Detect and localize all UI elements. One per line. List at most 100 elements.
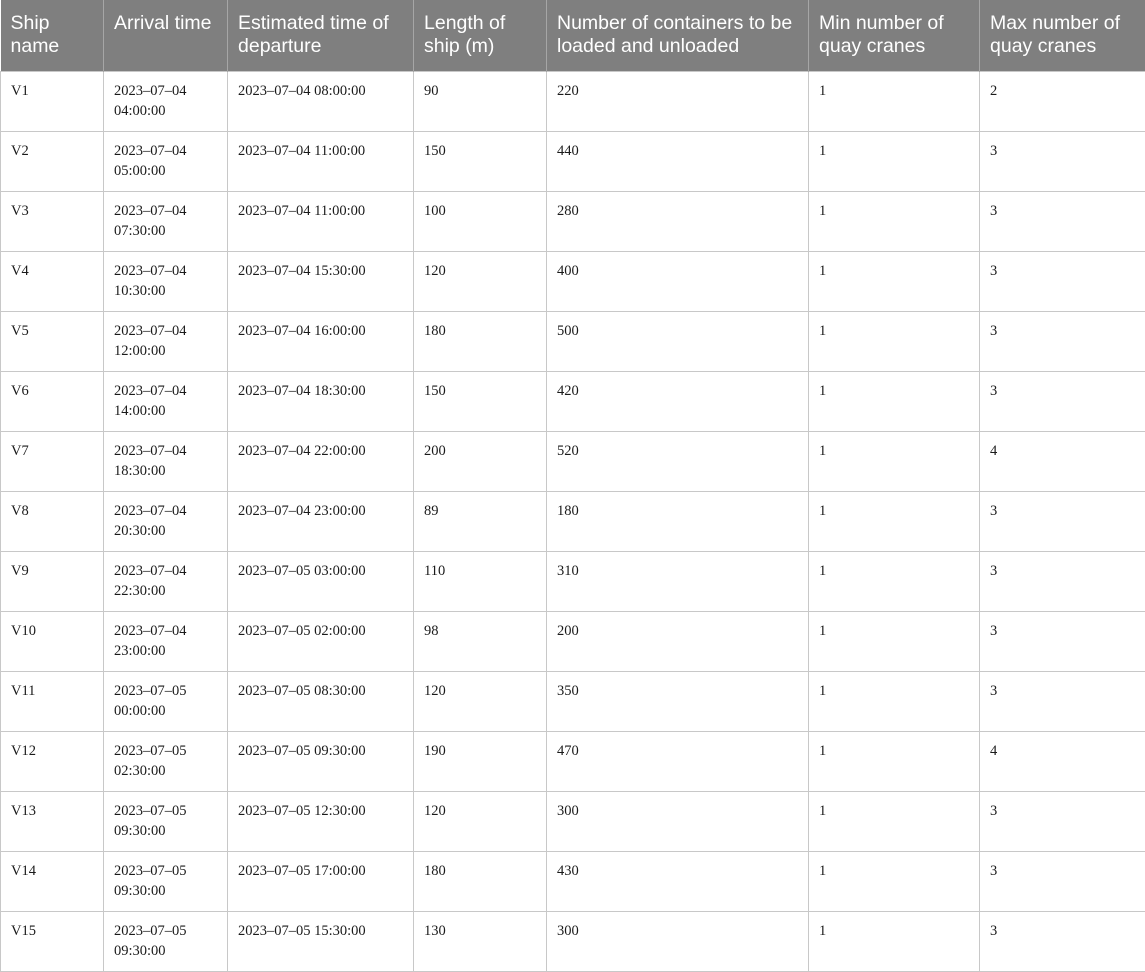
arrival-time-cell: 2023–07–04 18:30:00 — [104, 432, 228, 492]
table-row: V42023–07–04 10:30:002023–07–04 15:30:00… — [1, 252, 1145, 312]
max-cranes-cell: 3 — [980, 372, 1145, 432]
table-row: V112023–07–05 00:00:002023–07–05 08:30:0… — [1, 672, 1145, 732]
min-cranes-cell: 1 — [809, 912, 980, 972]
table-body: V12023–07–04 04:00:002023–07–04 08:00:00… — [1, 72, 1145, 972]
ship-name-cell: V8 — [1, 492, 104, 552]
ship-length-cell: 130 — [414, 912, 547, 972]
departure-time-cell: 2023–07–04 23:00:00 — [228, 492, 414, 552]
container-count-cell: 300 — [547, 912, 809, 972]
max-cranes-cell: 3 — [980, 252, 1145, 312]
table-header: Ship name Arrival time Estimated time of… — [1, 0, 1145, 72]
container-count-cell: 500 — [547, 312, 809, 372]
arrival-time-cell: 2023–07–04 10:30:00 — [104, 252, 228, 312]
ship-name-cell: V11 — [1, 672, 104, 732]
max-cranes-cell: 3 — [980, 312, 1145, 372]
min-cranes-cell: 1 — [809, 672, 980, 732]
container-count-cell: 350 — [547, 672, 809, 732]
table-row: V92023–07–04 22:30:002023–07–05 03:00:00… — [1, 552, 1145, 612]
departure-time-cell: 2023–07–04 11:00:00 — [228, 192, 414, 252]
min-cranes-cell: 1 — [809, 852, 980, 912]
max-cranes-cell: 3 — [980, 192, 1145, 252]
departure-time-cell: 2023–07–05 02:00:00 — [228, 612, 414, 672]
ship-length-cell: 110 — [414, 552, 547, 612]
departure-time-cell: 2023–07–04 08:00:00 — [228, 72, 414, 132]
container-count-cell: 420 — [547, 372, 809, 432]
departure-time-cell: 2023–07–05 15:30:00 — [228, 912, 414, 972]
departure-time-cell: 2023–07–04 18:30:00 — [228, 372, 414, 432]
min-cranes-cell: 1 — [809, 372, 980, 432]
min-cranes-cell: 1 — [809, 612, 980, 672]
ship-length-cell: 120 — [414, 672, 547, 732]
table-row: V22023–07–04 05:00:002023–07–04 11:00:00… — [1, 132, 1145, 192]
ship-length-cell: 180 — [414, 312, 547, 372]
ship-name-cell: V3 — [1, 192, 104, 252]
departure-time-cell: 2023–07–04 22:00:00 — [228, 432, 414, 492]
header-container-count: Number of containers to be loaded and un… — [547, 0, 809, 72]
ship-length-cell: 98 — [414, 612, 547, 672]
arrival-time-cell: 2023–07–04 22:30:00 — [104, 552, 228, 612]
ship-length-cell: 190 — [414, 732, 547, 792]
container-count-cell: 400 — [547, 252, 809, 312]
table-row: V142023–07–05 09:30:002023–07–05 17:00:0… — [1, 852, 1145, 912]
min-cranes-cell: 1 — [809, 72, 980, 132]
container-count-cell: 520 — [547, 432, 809, 492]
max-cranes-cell: 4 — [980, 732, 1145, 792]
header-ship-name: Ship name — [1, 0, 104, 72]
arrival-time-cell: 2023–07–04 05:00:00 — [104, 132, 228, 192]
table-row: V102023–07–04 23:00:002023–07–05 02:00:0… — [1, 612, 1145, 672]
max-cranes-cell: 3 — [980, 792, 1145, 852]
max-cranes-cell: 3 — [980, 492, 1145, 552]
table-row: V62023–07–04 14:00:002023–07–04 18:30:00… — [1, 372, 1145, 432]
ship-length-cell: 150 — [414, 132, 547, 192]
ship-name-cell: V5 — [1, 312, 104, 372]
min-cranes-cell: 1 — [809, 732, 980, 792]
min-cranes-cell: 1 — [809, 312, 980, 372]
min-cranes-cell: 1 — [809, 792, 980, 852]
table-row: V12023–07–04 04:00:002023–07–04 08:00:00… — [1, 72, 1145, 132]
departure-time-cell: 2023–07–05 12:30:00 — [228, 792, 414, 852]
table-row: V72023–07–04 18:30:002023–07–04 22:00:00… — [1, 432, 1145, 492]
arrival-time-cell: 2023–07–04 20:30:00 — [104, 492, 228, 552]
header-row: Ship name Arrival time Estimated time of… — [1, 0, 1145, 72]
ship-name-cell: V15 — [1, 912, 104, 972]
ship-length-cell: 89 — [414, 492, 547, 552]
ship-name-cell: V12 — [1, 732, 104, 792]
arrival-time-cell: 2023–07–05 09:30:00 — [104, 852, 228, 912]
max-cranes-cell: 3 — [980, 912, 1145, 972]
arrival-time-cell: 2023–07–05 09:30:00 — [104, 912, 228, 972]
ship-length-cell: 90 — [414, 72, 547, 132]
table-row: V152023–07–05 09:30:002023–07–05 15:30:0… — [1, 912, 1145, 972]
min-cranes-cell: 1 — [809, 192, 980, 252]
container-count-cell: 180 — [547, 492, 809, 552]
header-departure-time: Estimated time of departure — [228, 0, 414, 72]
arrival-time-cell: 2023–07–05 09:30:00 — [104, 792, 228, 852]
header-ship-length: Length of ship (m) — [414, 0, 547, 72]
max-cranes-cell: 3 — [980, 852, 1145, 912]
header-max-cranes: Max number of quay cranes — [980, 0, 1145, 72]
container-count-cell: 310 — [547, 552, 809, 612]
arrival-time-cell: 2023–07–04 14:00:00 — [104, 372, 228, 432]
ship-name-cell: V2 — [1, 132, 104, 192]
container-count-cell: 440 — [547, 132, 809, 192]
table-row: V82023–07–04 20:30:002023–07–04 23:00:00… — [1, 492, 1145, 552]
departure-time-cell: 2023–07–04 16:00:00 — [228, 312, 414, 372]
arrival-time-cell: 2023–07–05 02:30:00 — [104, 732, 228, 792]
min-cranes-cell: 1 — [809, 252, 980, 312]
arrival-time-cell: 2023–07–04 12:00:00 — [104, 312, 228, 372]
header-min-cranes: Min number of quay cranes — [809, 0, 980, 72]
container-count-cell: 430 — [547, 852, 809, 912]
max-cranes-cell: 3 — [980, 612, 1145, 672]
min-cranes-cell: 1 — [809, 552, 980, 612]
ship-name-cell: V9 — [1, 552, 104, 612]
departure-time-cell: 2023–07–05 17:00:00 — [228, 852, 414, 912]
departure-time-cell: 2023–07–05 03:00:00 — [228, 552, 414, 612]
max-cranes-cell: 4 — [980, 432, 1145, 492]
ship-name-cell: V13 — [1, 792, 104, 852]
ship-name-cell: V14 — [1, 852, 104, 912]
min-cranes-cell: 1 — [809, 492, 980, 552]
ship-name-cell: V4 — [1, 252, 104, 312]
max-cranes-cell: 3 — [980, 132, 1145, 192]
max-cranes-cell: 3 — [980, 552, 1145, 612]
ship-name-cell: V1 — [1, 72, 104, 132]
departure-time-cell: 2023–07–04 11:00:00 — [228, 132, 414, 192]
